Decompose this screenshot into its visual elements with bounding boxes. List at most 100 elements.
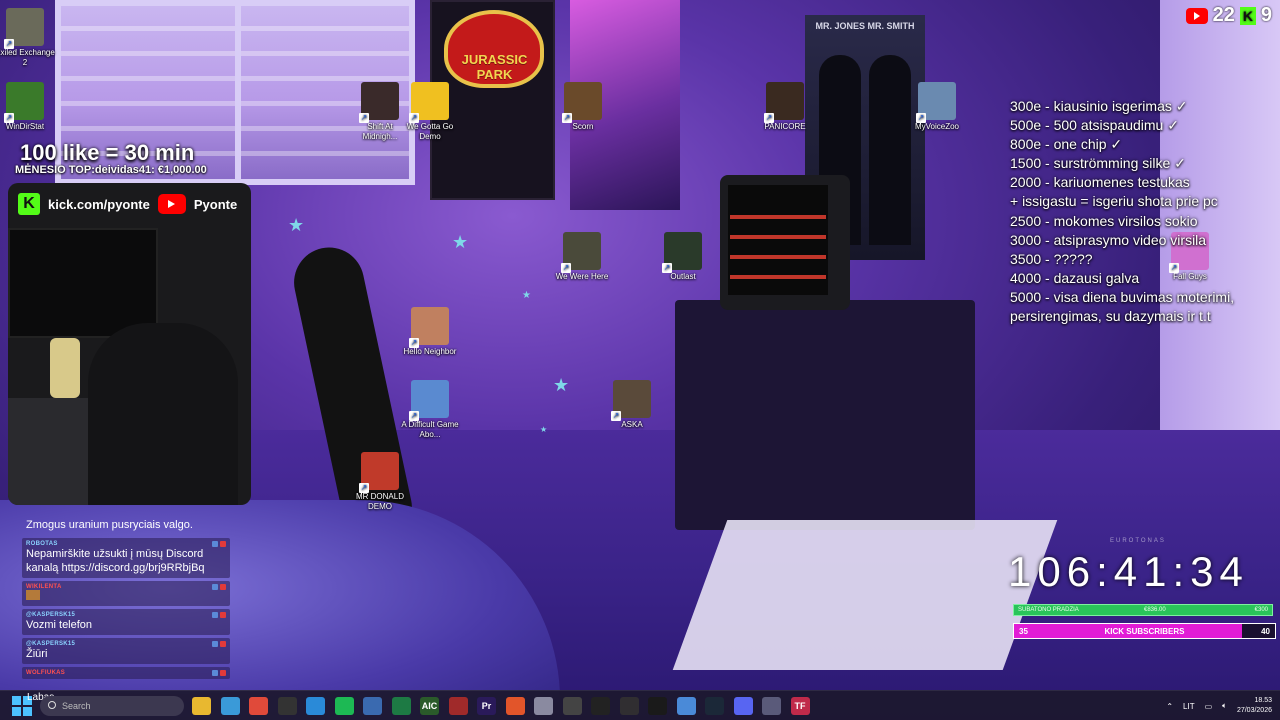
- capcut-icon[interactable]: [591, 697, 610, 715]
- like-goal-title: 100 like = 30 min: [20, 140, 195, 165]
- kick-subscribers-goal: 40: [1261, 626, 1270, 636]
- desktop-shortcut[interactable]: Outlast: [653, 232, 713, 282]
- terminal-icon[interactable]: [648, 697, 667, 715]
- subathon-bar-label: SUBATONO PRADZIA: [1018, 607, 1079, 613]
- goal-item: 2000 - kariuomenes testukas: [1010, 174, 1190, 191]
- obs-icon[interactable]: [619, 697, 639, 715]
- tool-icon[interactable]: [448, 697, 468, 715]
- files-icon[interactable]: [534, 697, 553, 715]
- chat-badge-icon: [212, 670, 226, 676]
- chat-username[interactable]: WOLFIUKAS: [26, 670, 226, 676]
- edge-icon[interactable]: [306, 697, 325, 715]
- steam-icon[interactable]: [705, 697, 724, 715]
- clock-time: 18.53: [1254, 697, 1272, 704]
- donation-goals: 300e - kiausinio isgerimas ✓ 500e - 500 a…: [1010, 97, 1280, 326]
- kick-icon: K: [18, 193, 40, 215]
- desktop-shortcut-label: MyVoiceZoo: [914, 122, 960, 131]
- emote-icon: [26, 590, 40, 600]
- kick-subscribers-label: KICK SUBSCRIBERS: [1104, 626, 1185, 636]
- desktop-shortcut-label: Exiled Exchange 2: [0, 48, 55, 67]
- taskbar: Labas Search AIC Pr TF ⌃ LIT ▭ 🔈︎ 18.53 27…: [0, 690, 1280, 720]
- chat-message: WIKILENTA: [22, 581, 230, 606]
- desktop-shortcut[interactable]: Exiled Exchange 2: [0, 8, 55, 68]
- notepad-icon[interactable]: [220, 697, 240, 715]
- chat-username[interactable]: WIKILENTA: [26, 584, 226, 590]
- file-explorer-icon[interactable]: [192, 697, 211, 715]
- clock-date: 27/03/2026: [1236, 707, 1272, 714]
- app-icon: [561, 232, 601, 273]
- game2-icon[interactable]: [562, 697, 582, 715]
- photos-icon[interactable]: [363, 697, 382, 715]
- chat-text: Žiūri: [26, 648, 48, 660]
- goal-item: 500e - 500 atsispaudimu ✓: [1010, 117, 1179, 134]
- chevron-up-icon[interactable]: ⌃: [1166, 702, 1173, 711]
- chrome-icon[interactable]: [249, 697, 268, 715]
- app-icon: [916, 82, 956, 123]
- desktop-shortcut[interactable]: A Difficult Game Abo...: [400, 380, 460, 440]
- premiere-icon[interactable]: Pr: [477, 697, 496, 715]
- app-icon: [4, 8, 44, 49]
- chat-badge-icon: [212, 584, 226, 590]
- subathon-bar-right: €300: [1254, 607, 1268, 613]
- mib-poster-title: MR. JONES MR. SMITH: [815, 21, 915, 31]
- goal-item: 2500 - mokomes virsilos sokio: [1010, 212, 1198, 229]
- desktop-shortcut[interactable]: MyVoiceZoo: [907, 82, 967, 132]
- clock[interactable]: 18.53 27/03/2026: [1237, 696, 1272, 716]
- subathon-bar-mid: €836.00: [1144, 607, 1166, 613]
- taskbar-apps: AIC Pr TF: [192, 697, 810, 715]
- volume-icon[interactable]: 🔈︎: [1222, 701, 1227, 711]
- language-indicator[interactable]: LIT: [1183, 702, 1195, 711]
- desktop-shortcut[interactable]: Scorn: [553, 82, 613, 132]
- search-icon: [48, 701, 56, 709]
- tf-icon[interactable]: TF: [790, 697, 810, 715]
- kick-subscribers-current: 35: [1019, 626, 1028, 636]
- arcade-tv: [720, 175, 850, 310]
- chat-message: @KASPERSK15 Vozmi telefon: [22, 609, 230, 635]
- webcam-overlay: K kick.com/pyonte Pyonte: [8, 183, 251, 505]
- desktop-shortcut-label: We Were Here: [555, 272, 609, 281]
- notes-icon[interactable]: [676, 697, 696, 715]
- chat-message: ROBOTAS Nepamirškite užsukti į mūsų Disco…: [22, 538, 230, 578]
- network-icon[interactable]: ▭: [1205, 702, 1213, 711]
- chat-badge-icon: [212, 641, 226, 647]
- desktop-shortcut[interactable]: WinDirStat: [0, 82, 55, 132]
- desktop-shortcut[interactable]: We Were Here: [552, 232, 612, 282]
- app-icon[interactable]: [762, 697, 781, 715]
- youtube-icon: [157, 194, 186, 214]
- kick-subscribers-bar: 35 KICK SUBSCRIBERS 40: [1013, 623, 1276, 639]
- system-tray: ⌃ LIT ▭ 🔈︎ 18.53 27/03/2026: [1166, 691, 1272, 720]
- goal-item: 800e - one chip ✓: [1010, 136, 1123, 153]
- star-icon: ★: [522, 290, 531, 301]
- webcam-header: K kick.com/pyonte Pyonte: [8, 183, 251, 225]
- desktop-shortcut-label: Hello Neighbor: [403, 347, 457, 356]
- desktop-shortcut[interactable]: MR DONALD DEMO: [350, 452, 410, 512]
- chat-message: WOLFIUKAS: [22, 667, 230, 679]
- goal-item: 4000 - dazausi galva: [1010, 269, 1140, 286]
- kick-url: kick.com/pyonte: [48, 196, 150, 212]
- desktop-shortcut-label: MR DONALD DEMO: [355, 492, 404, 511]
- aic-icon[interactable]: AIC: [420, 697, 439, 715]
- chat-text: Nepamirškite užsukti į mūsų Discord kana…: [26, 548, 205, 574]
- tv-cabinet: [675, 300, 975, 530]
- desktop-shortcut[interactable]: Hello Neighbor: [400, 307, 460, 357]
- taskbar-search[interactable]: Search: [40, 696, 184, 716]
- spotify-icon[interactable]: [334, 697, 354, 715]
- youtube-icon: [1185, 7, 1208, 24]
- game-icon[interactable]: [277, 697, 297, 715]
- kick-count: 9: [1260, 4, 1272, 26]
- desktop-shortcut-label: We Gotta Go Demo: [406, 122, 454, 141]
- app-icon: [359, 82, 399, 123]
- desktop-shortcut[interactable]: We Gotta Go Demo: [400, 82, 460, 142]
- brave-icon[interactable]: [505, 697, 525, 715]
- star-icon: ★: [540, 425, 548, 434]
- app-icon: [409, 307, 449, 348]
- streamer: [88, 323, 238, 505]
- youtube-count: 22: [1212, 4, 1235, 26]
- discord-icon[interactable]: [733, 697, 753, 715]
- desktop-shortcut[interactable]: PANICORE: [755, 82, 815, 132]
- goal-item: 1500 - surströmming silke ✓: [1010, 155, 1186, 172]
- desktop-shortcut[interactable]: ASKA: [602, 380, 662, 430]
- app-icon: [359, 452, 399, 493]
- excel-icon[interactable]: [391, 697, 411, 715]
- app-icon: [4, 82, 44, 123]
